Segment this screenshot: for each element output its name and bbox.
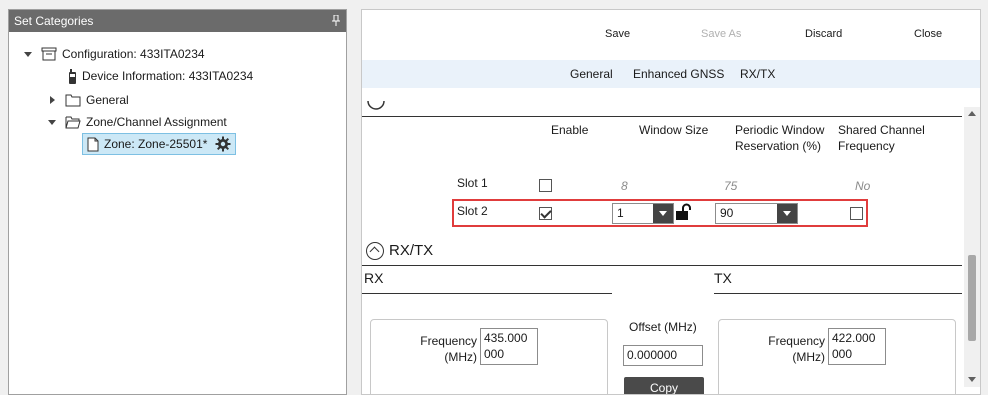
tree-label: General: [86, 93, 129, 107]
rxtx-section-title: RX/TX: [389, 242, 434, 259]
gear-icon[interactable]: [215, 136, 231, 152]
tree-label: Zone: Zone-25501*: [104, 137, 208, 151]
copy-button[interactable]: Copy: [624, 377, 704, 394]
tab-general[interactable]: General: [570, 67, 613, 81]
slot2-window-size-select[interactable]: 1: [612, 203, 674, 224]
tree-item-zone-channel-assignment[interactable]: Zone/Channel Assignment: [47, 112, 227, 132]
panel-header: Set Categories: [9, 10, 346, 32]
folder-icon: [65, 94, 81, 107]
select-value: 90: [720, 206, 734, 220]
expanded-arrow-icon[interactable]: [47, 117, 57, 127]
scroll-down-icon[interactable]: [968, 377, 976, 382]
discard-button[interactable]: Discard: [805, 28, 842, 40]
select-value: 1: [617, 206, 624, 220]
unlock-icon[interactable]: [675, 203, 693, 221]
configuration-icon: [41, 47, 57, 61]
radio-device-icon: [69, 68, 76, 84]
vertical-scrollbar[interactable]: [964, 107, 980, 387]
save-as-button[interactable]: Save As: [701, 28, 741, 40]
chevron-down-icon[interactable]: [653, 204, 673, 223]
slot2-periodic-select[interactable]: 90: [715, 203, 798, 224]
slot2-enable-checkbox[interactable]: [539, 207, 552, 220]
slot2-label: Slot 2: [457, 204, 488, 218]
collapse-section-icon[interactable]: [367, 101, 385, 110]
tabs-bar: General Enhanced GNSS RX/TX: [362, 60, 980, 88]
tree-label: Device Information: 433ITA0234: [82, 69, 254, 83]
slot1-enable-checkbox[interactable]: [539, 179, 552, 192]
tree-item-device-information[interactable]: Device Information: 433ITA0234: [67, 66, 253, 86]
tree-item-general[interactable]: General: [47, 90, 129, 110]
scroll-thumb[interactable]: [968, 255, 976, 341]
scroll-up-icon[interactable]: [968, 111, 976, 116]
tx-frequency-input[interactable]: 422.000000: [828, 328, 886, 365]
document-icon: [87, 137, 99, 151]
tx-frequency-label: Frequency (MHz): [768, 334, 825, 364]
tree-label: Configuration: 433ITA0234: [62, 47, 205, 61]
header-periodic-window-reservation: Periodic Window Reservation (%): [735, 123, 825, 153]
offset-label: Offset (MHz): [629, 320, 697, 334]
tree-item-zone-selected[interactable]: Zone: Zone-25501*: [82, 133, 237, 155]
rx-label: RX: [364, 270, 384, 286]
open-folder-icon: [65, 116, 81, 129]
section-divider: [362, 265, 962, 266]
tx-group: Frequency (MHz) 422.000000: [718, 319, 956, 394]
slot2-shared-checkbox[interactable]: [850, 207, 863, 220]
save-button[interactable]: Save: [605, 28, 630, 40]
rx-underline: [362, 293, 612, 294]
collapse-rxtx-icon[interactable]: [366, 242, 384, 260]
header-enable: Enable: [551, 123, 589, 137]
tx-underline: [714, 293, 962, 294]
tx-label: TX: [714, 270, 732, 286]
collapsed-arrow-icon[interactable]: [47, 95, 57, 105]
header-window-size: Window Size: [639, 123, 709, 137]
close-button[interactable]: Close: [914, 28, 942, 40]
zone-editor-panel: Save Save As Discard Close General Enhan…: [361, 9, 981, 395]
set-categories-panel: Set Categories Configuration: 433ITA0234…: [8, 9, 347, 395]
slot1-periodic: 75: [724, 179, 738, 193]
slot1-shared: No: [855, 179, 871, 193]
rx-group: Frequency (MHz) 435.000000: [370, 319, 608, 394]
tab-rx-tx[interactable]: RX/TX: [740, 67, 775, 81]
slot1-label: Slot 1: [457, 176, 488, 190]
tree-item-configuration[interactable]: Configuration: 433ITA0234: [23, 44, 205, 64]
panel-title: Set Categories: [14, 14, 94, 28]
offset-input[interactable]: 0.000000: [623, 345, 703, 366]
section-divider: [362, 116, 962, 117]
tree-label: Zone/Channel Assignment: [86, 115, 227, 129]
chevron-down-icon[interactable]: [777, 204, 797, 223]
rx-frequency-input[interactable]: 435.000000: [480, 328, 538, 365]
slot1-window-size: 8: [621, 179, 628, 193]
pin-icon[interactable]: [332, 15, 340, 26]
header-shared-channel-frequency: Shared Channel Frequency: [838, 123, 925, 153]
expanded-arrow-icon[interactable]: [23, 49, 33, 59]
tab-enhanced-gnss[interactable]: Enhanced GNSS: [633, 67, 724, 81]
rx-frequency-label: Frequency (MHz): [420, 334, 477, 364]
